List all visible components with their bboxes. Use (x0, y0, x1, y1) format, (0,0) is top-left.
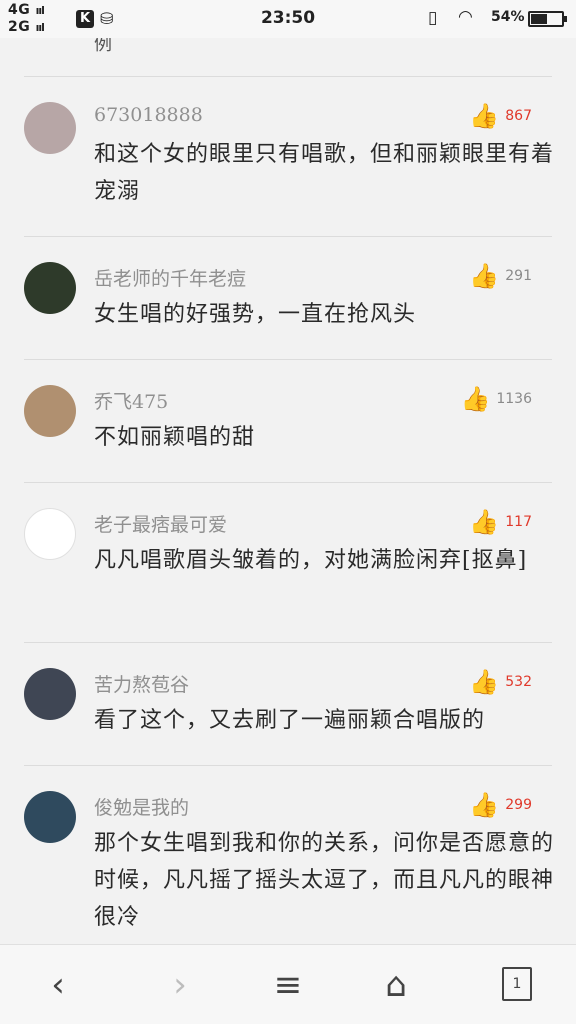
comment-feed[interactable]: 例 673018888 👍 867 和这个女的眼里只有唱歌，但和丽颖眼里有着宠溺 … (0, 38, 576, 944)
divider (24, 359, 552, 360)
like-button[interactable]: 👍 291 (469, 262, 532, 290)
avatar[interactable] (24, 508, 76, 560)
thumbs-up-filled-icon: 👍 (469, 668, 500, 696)
thumbs-up-outline-icon: 👍 (460, 385, 491, 413)
thumbs-up-outline-icon: 👍 (469, 262, 500, 290)
divider (24, 76, 552, 77)
thumbs-up-filled-icon: 👍 (469, 508, 500, 536)
vibrate-icon: ▯ (428, 8, 438, 28)
comment-username[interactable]: 乔飞475 (94, 387, 168, 414)
comment-text: 看了这个，又去刷了一遍丽颖合唱版的 (94, 708, 486, 733)
forward-button[interactable]: › (160, 965, 200, 1005)
comment-text: 不如丽颖唱的甜 (94, 425, 256, 450)
like-count: 291 (505, 268, 532, 284)
avatar[interactable] (24, 385, 76, 437)
comment-username[interactable]: 苦力熬苞谷 (94, 670, 189, 697)
thumbs-up-filled-icon: 👍 (469, 102, 500, 130)
like-button[interactable]: 👍 117 (469, 508, 532, 536)
like-count: 299 (505, 797, 532, 813)
comment-text: 和这个女的眼里只有唱歌，但和丽颖眼里有着宠溺 (94, 142, 555, 204)
thumbs-up-filled-icon: 👍 (469, 791, 500, 819)
divider (24, 765, 552, 766)
divider (24, 642, 552, 643)
like-count: 867 (505, 108, 532, 124)
previous-comment-fragment: 例 (94, 38, 112, 55)
home-button[interactable]: ⌂ (376, 965, 416, 1005)
like-button[interactable]: 👍 532 (469, 668, 532, 696)
status-bar: 4G ııl 2G ııl K ⛁ 23:50 ▯ ◠ 54% (0, 0, 576, 38)
comment-text: 凡凡唱歌眉头皱着的，对她满脸闲弃[抠鼻] (94, 548, 528, 573)
avatar[interactable] (24, 262, 76, 314)
wifi-icon: ◠ (458, 7, 473, 27)
like-count: 117 (505, 514, 532, 530)
like-count: 1136 (496, 391, 532, 407)
avatar[interactable] (24, 791, 76, 843)
comment-username[interactable]: 673018888 (94, 104, 203, 126)
tabs-button[interactable]: 1 (502, 967, 532, 1001)
divider (24, 482, 552, 483)
menu-button[interactable]: ≡ (268, 965, 308, 1005)
comment-text: 女生唱的好强势，一直在抢风头 (94, 302, 417, 327)
comment-text: 那个女生唱到我和你的关系，问你是否愿意的时候，凡凡摇了摇头太逗了，而且凡凡的眼神… (94, 831, 555, 930)
comment-username[interactable]: 俊勉是我的 (94, 793, 189, 820)
back-button[interactable]: ‹ (38, 965, 78, 1005)
like-button[interactable]: 👍 1136 (460, 385, 532, 413)
like-button[interactable]: 👍 299 (469, 791, 532, 819)
divider (24, 236, 552, 237)
browser-bottom-nav: ‹ › ≡ ⌂ 1 (0, 944, 576, 1024)
like-button[interactable]: 👍 867 (469, 102, 532, 130)
clock: 23:50 (260, 8, 316, 28)
avatar[interactable] (24, 102, 76, 154)
comment-username[interactable]: 老子最痞最可爱 (94, 510, 227, 537)
battery-icon (528, 11, 567, 27)
like-count: 532 (505, 674, 532, 690)
comment-username[interactable]: 岳老师的千年老痘 (94, 264, 246, 291)
battery-percent: 54% (491, 9, 525, 25)
avatar[interactable] (24, 668, 76, 720)
